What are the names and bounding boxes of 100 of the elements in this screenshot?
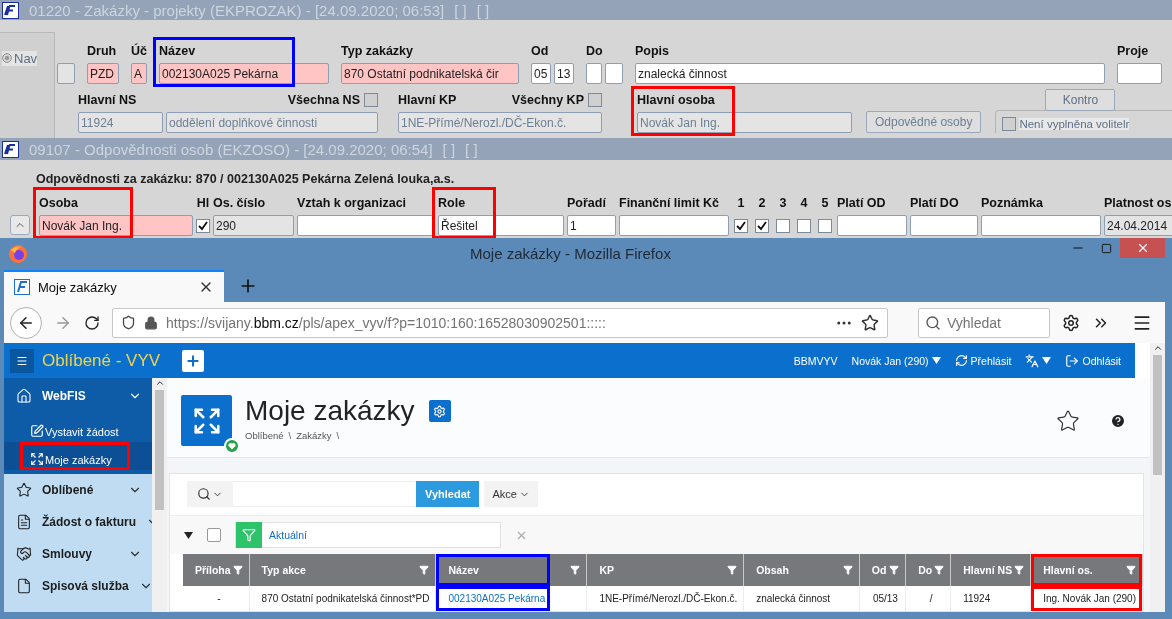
- column-header[interactable]: Příloha: [183, 554, 250, 586]
- filter-icon: [1014, 565, 1025, 575]
- checkbox[interactable]: [1002, 117, 1017, 131]
- column-header: Platí OD: [837, 195, 887, 211]
- checkbox[interactable]: [797, 218, 811, 233]
- column-header[interactable]: Typ akce: [249, 554, 436, 586]
- search-field[interactable]: [233, 481, 416, 507]
- title-marker: [ ]: [454, 1, 467, 19]
- scroll-up-button[interactable]: [10, 215, 30, 235]
- input-field[interactable]: znalecká činnost: [635, 63, 1105, 84]
- column-header[interactable]: Název: [436, 554, 587, 586]
- help-icon[interactable]: [1110, 413, 1126, 429]
- table-link[interactable]: 002130A025 Pekárna: [448, 593, 546, 604]
- file-icon: [16, 578, 32, 594]
- checkbox[interactable]: [776, 218, 790, 233]
- input-field[interactable]: Řešitel: [438, 215, 564, 236]
- input-field[interactable]: PZD: [87, 63, 119, 84]
- input-field[interactable]: [1117, 63, 1162, 84]
- reload-icon[interactable]: [84, 314, 100, 331]
- logout-link[interactable]: Odhlásit: [1065, 353, 1121, 368]
- input-field[interactable]: 290: [213, 215, 294, 236]
- app-title: Oblíbené - VYV: [42, 350, 161, 371]
- input-field[interactable]: [57, 63, 75, 84]
- input-field[interactable]: 13: [554, 63, 574, 84]
- filter-link[interactable]: Aktuální: [262, 529, 307, 541]
- url-text: https://svijany.bbm.cz/pls/apex_vyv/f?p=1010:160:16528030902501:::::: [166, 314, 607, 331]
- input-field[interactable]: [981, 215, 1101, 236]
- checkbox[interactable]: [364, 93, 378, 107]
- field-label: Druh: [87, 43, 118, 59]
- column-header[interactable]: KP: [586, 554, 744, 586]
- input-field[interactable]: [586, 63, 602, 84]
- field-label: Typ zakázky: [341, 43, 415, 59]
- input-field[interactable]: Novák Jan Ing.: [39, 215, 193, 236]
- bookmark-star-icon[interactable]: [861, 313, 879, 332]
- sidebar-item[interactable]: Spisová služba: [4, 570, 152, 602]
- input-field[interactable]: 870 Ostatní podnikatelská čir: [341, 63, 519, 84]
- back-button[interactable]: [10, 306, 42, 339]
- input-field[interactable]: [910, 215, 978, 236]
- scrollbar[interactable]: [1150, 343, 1165, 612]
- checkbox[interactable]: [588, 93, 602, 107]
- field-label: Název: [159, 43, 197, 59]
- sidebar-item[interactable]: WebFIS: [4, 378, 152, 414]
- checkbox[interactable]: [818, 218, 832, 233]
- field-label: Popis: [635, 43, 671, 59]
- settings-icon[interactable]: [1062, 313, 1080, 332]
- collapse-caret-icon[interactable]: [184, 531, 193, 539]
- column-header[interactable]: Obsah: [743, 554, 860, 586]
- filter-icon: [570, 565, 581, 575]
- field-label: Proje: [1117, 43, 1150, 59]
- language-icon: [1025, 353, 1040, 368]
- browser-tab[interactable]: Moje zakázky: [4, 270, 224, 302]
- sidebar-item[interactable]: Oblíbené: [4, 474, 152, 506]
- input-field[interactable]: [837, 215, 907, 236]
- actions-button[interactable]: Akce: [484, 481, 538, 507]
- search-field[interactable]: Vyhledat: [918, 307, 1050, 338]
- input-field[interactable]: 24.04.2014: [1104, 215, 1172, 236]
- column-header: Poznámka: [981, 195, 1044, 211]
- control-button[interactable]: Kontro: [1045, 89, 1116, 111]
- sidebar-item[interactable]: Žádost o fakturu: [4, 506, 152, 538]
- column-header[interactable]: Do: [905, 554, 951, 586]
- input-field[interactable]: [619, 215, 729, 236]
- column-header[interactable]: Hlavní os.: [1030, 554, 1143, 586]
- input-field[interactable]: [605, 63, 623, 84]
- filter-icon: [934, 565, 945, 575]
- input-field[interactable]: 002130A025 Pekárna: [159, 63, 329, 84]
- input-field[interactable]: [297, 215, 435, 236]
- column-header[interactable]: Hlavní NS: [950, 554, 1031, 586]
- title-marker: [ ]: [465, 140, 478, 158]
- site-logo-icon: [14, 279, 30, 295]
- menu-button[interactable]: [10, 348, 34, 373]
- menu-icon: [16, 354, 28, 367]
- favorite-star-icon[interactable]: [1056, 409, 1080, 433]
- relogin-link[interactable]: Přehlásit: [954, 354, 1012, 367]
- url-field[interactable]: https://svijany.bbm.cz/pls/apex_vyv/f?p=1010:160:16528030902501:::::: [112, 307, 888, 338]
- add-button[interactable]: [182, 349, 205, 372]
- checkbox[interactable]: [755, 218, 769, 233]
- breadcrumb-link[interactable]: Oblíbené: [245, 430, 284, 441]
- input-field[interactable]: 1: [567, 215, 616, 236]
- user-menu[interactable]: Novák Jan (290): [851, 354, 941, 367]
- column-header: 5: [821, 195, 829, 211]
- filter-icon: [419, 565, 430, 575]
- input-field[interactable]: A: [131, 63, 147, 84]
- language-menu[interactable]: [1025, 353, 1052, 368]
- sidebar-subitem[interactable]: Vystavit žádost: [4, 414, 152, 442]
- breadcrumb-separator: \: [288, 430, 292, 441]
- settings-button[interactable]: [428, 400, 451, 422]
- scrollbar[interactable]: [152, 378, 167, 612]
- close-button[interactable]: [1120, 238, 1165, 258]
- column-header[interactable]: Od: [859, 554, 906, 586]
- breadcrumb-link[interactable]: Zakázky: [296, 430, 332, 441]
- dropdown-caret-icon: [931, 357, 941, 364]
- nav-radio[interactable]: Nav: [2, 50, 38, 66]
- input-field[interactable]: 05: [531, 63, 551, 84]
- sidebar-item[interactable]: Smlouvy: [4, 538, 152, 570]
- checkbox[interactable]: [196, 218, 210, 233]
- table-cell: 05/13: [859, 586, 906, 611]
- sidebar-subitem[interactable]: Moje zakázky: [4, 442, 152, 470]
- checkbox[interactable]: [207, 528, 221, 542]
- search-menu-button[interactable]: [187, 481, 233, 507]
- checkbox[interactable]: [734, 218, 748, 233]
